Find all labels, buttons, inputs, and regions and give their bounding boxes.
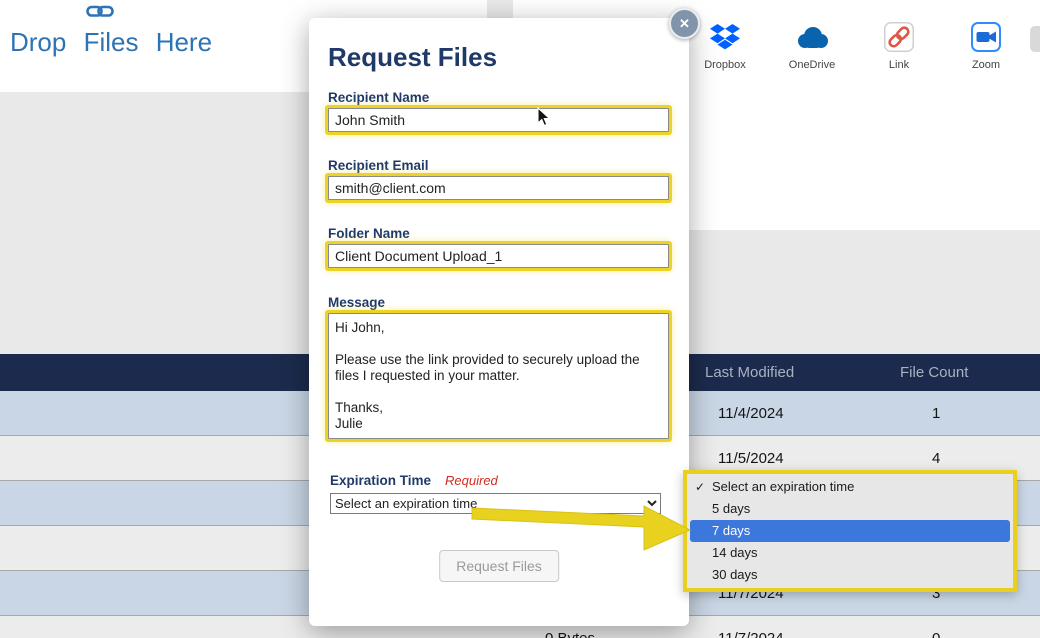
request-files-button[interactable]: Request Files (439, 550, 559, 582)
cell-file-count: 1 (932, 405, 940, 422)
service-zoom[interactable]: Zoom (955, 22, 1017, 71)
dropdown-option-7-days[interactable]: 7 days (690, 520, 1010, 542)
service-label: Link (889, 59, 909, 71)
message-textarea[interactable]: Hi John, Please use the link provided to… (328, 313, 669, 439)
dropdown-option-5-days[interactable]: 5 days (687, 498, 1013, 520)
service-link[interactable]: Link (868, 22, 930, 71)
column-header-last-modified[interactable]: Last Modified (705, 364, 794, 381)
close-icon: ✕ (679, 16, 690, 32)
dropdown-option-30-days[interactable]: 30 days (687, 564, 1013, 586)
modal-close-button[interactable]: ✕ (669, 8, 700, 39)
column-header-file-count[interactable]: File Count (900, 364, 968, 381)
message-field-group: Message Hi John, Please use the link pro… (328, 295, 669, 444)
cell-file-count: 4 (932, 450, 940, 467)
recipient-email-label: Recipient Email (328, 158, 669, 173)
recipient-name-field-group: Recipient Name (328, 90, 669, 132)
message-label: Message (328, 295, 669, 310)
expiration-dropdown: ✓ Select an expiration time 5 days 7 day… (683, 470, 1017, 592)
annotation-arrow (462, 496, 702, 554)
cell-last-modified: 11/4/2024 (718, 405, 784, 422)
cell-file-count: 0 (932, 630, 940, 638)
dropbox-icon (710, 22, 740, 52)
link-chain-icon (86, 1, 114, 21)
check-icon: ✓ (695, 476, 705, 498)
service-label: Zoom (972, 59, 1000, 71)
service-onedrive[interactable]: OneDrive (781, 22, 843, 71)
modal-title: Request Files (328, 42, 497, 73)
services-row: Dropbox OneDrive (694, 22, 1017, 71)
cell-last-modified: 11/5/2024 (718, 450, 784, 467)
service-label: Dropbox (704, 59, 746, 71)
dropdown-option-14-days[interactable]: 14 days (687, 542, 1013, 564)
folder-name-input[interactable] (328, 244, 669, 268)
service-label: OneDrive (789, 59, 835, 71)
required-note: Required (445, 473, 498, 488)
folder-name-label: Folder Name (328, 226, 669, 241)
drop-files-here-label: Drop Files Here (10, 27, 212, 58)
recipient-email-input[interactable] (328, 176, 669, 200)
cell-last-modified: 11/7/2024 (718, 630, 784, 638)
recipient-name-input[interactable] (328, 108, 669, 132)
dropdown-option-label: 14 days (712, 545, 758, 560)
recipient-email-field-group: Recipient Email (328, 158, 669, 200)
zoom-icon (971, 22, 1001, 52)
dropdown-option-default[interactable]: ✓ Select an expiration time (687, 476, 1013, 498)
partial-icon (1030, 26, 1040, 52)
folder-name-field-group: Folder Name (328, 226, 669, 268)
expiration-time-label: Expiration Time (330, 473, 431, 488)
recipient-name-label: Recipient Name (328, 90, 669, 105)
dropdown-option-label: 5 days (712, 501, 750, 516)
service-dropbox[interactable]: Dropbox (694, 22, 756, 71)
dropdown-option-label: 7 days (712, 523, 750, 538)
dropdown-option-label: Select an expiration time (712, 479, 854, 494)
onedrive-icon (795, 22, 829, 52)
dropdown-option-label: 30 days (712, 567, 758, 582)
app-screen: Drop Files Here Dropbox (0, 0, 1040, 638)
cell-size: 0 Bytes (545, 630, 595, 638)
mouse-cursor-icon (537, 107, 552, 128)
link-icon (884, 22, 914, 52)
